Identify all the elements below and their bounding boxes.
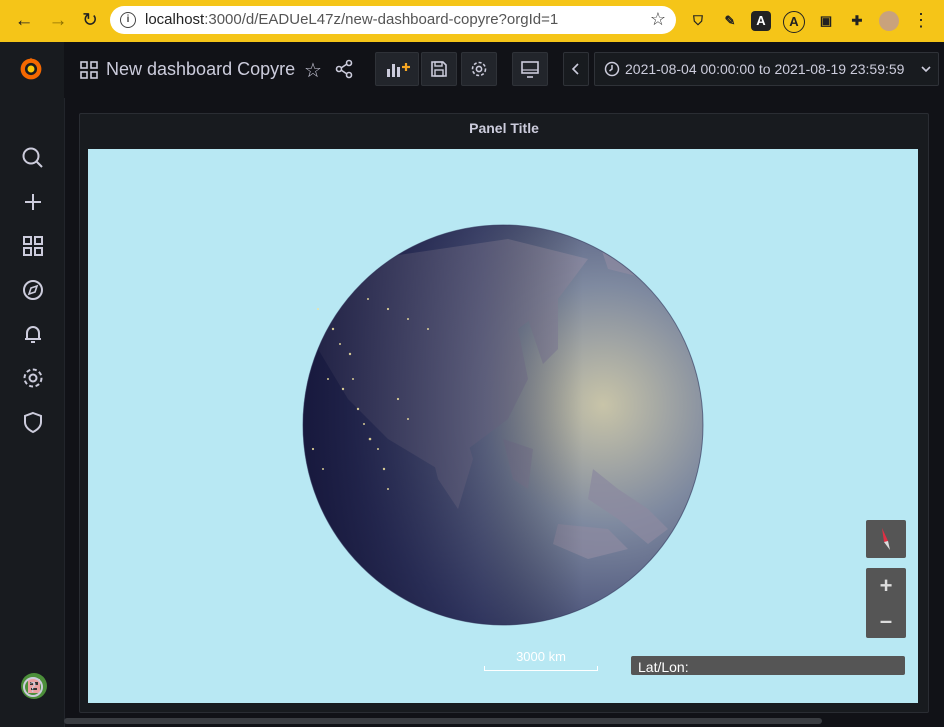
scale-label: 3000 km bbox=[516, 649, 566, 664]
extension-shield-icon[interactable]: ⛉ bbox=[688, 11, 708, 31]
globe-map[interactable] bbox=[88, 149, 918, 703]
address-bar[interactable]: i localhost:3000/d/EADUeL47z/new-dashboa… bbox=[110, 6, 676, 34]
share-icon[interactable] bbox=[334, 59, 354, 79]
forward-arrow-icon[interactable]: → bbox=[46, 9, 70, 33]
time-shift-back-button[interactable] bbox=[563, 52, 589, 86]
zoom-out-button[interactable]: – bbox=[866, 603, 906, 638]
rotate-north-button[interactable] bbox=[866, 520, 906, 558]
geomap-panel: Panel Title + – 3000 km Lat/Lon: bbox=[79, 113, 929, 713]
svg-text:?: ? bbox=[30, 681, 37, 696]
search-icon[interactable] bbox=[20, 145, 46, 171]
tv-mode-button[interactable] bbox=[512, 52, 548, 86]
scale-bar bbox=[484, 666, 598, 671]
reload-icon[interactable]: ↻ bbox=[78, 9, 102, 33]
extension-screen-icon[interactable]: ▣ bbox=[816, 11, 836, 31]
url-path: :3000/d/EADUeL47z/new-dashboard-copyre?o… bbox=[204, 11, 559, 28]
favorite-star-icon[interactable]: ☆ bbox=[304, 58, 322, 83]
dashboard-settings-button[interactable] bbox=[461, 52, 497, 86]
panel-title[interactable]: Panel Title bbox=[80, 120, 928, 136]
dashboard-title[interactable]: New dashboard Copyre bbox=[106, 59, 295, 80]
back-arrow-icon[interactable]: ← bbox=[12, 9, 36, 33]
lat-lon-label: Lat/Lon: bbox=[638, 659, 689, 675]
grafana-logo-icon[interactable] bbox=[18, 56, 48, 86]
zoom-in-button[interactable]: + bbox=[866, 568, 906, 603]
browser-toolbar: ← → ↻ i localhost:3000/d/EADUeL47z/new-d… bbox=[0, 0, 944, 42]
profile-avatar-icon[interactable] bbox=[879, 11, 899, 31]
settings-icon[interactable] bbox=[20, 365, 46, 391]
extensions-puzzle-icon[interactable]: ✚ bbox=[847, 11, 867, 31]
sidebar: ? bbox=[0, 42, 65, 727]
explore-icon[interactable] bbox=[20, 277, 46, 303]
horizontal-scrollbar[interactable] bbox=[64, 718, 822, 724]
lat-lon-display: Lat/Lon: bbox=[631, 656, 905, 675]
help-icon[interactable]: ? bbox=[20, 674, 46, 700]
save-dashboard-button[interactable] bbox=[421, 52, 457, 86]
extension-a-circle-icon[interactable]: A bbox=[783, 11, 805, 33]
bookmark-star-icon[interactable]: ☆ bbox=[650, 9, 666, 30]
scale-line: 3000 km bbox=[484, 649, 598, 671]
dashboards-icon[interactable] bbox=[20, 233, 46, 259]
dashboard-navbar: New dashboard Copyre ☆ 2021-08-04 00:00:… bbox=[64, 42, 944, 98]
url-host: localhost bbox=[145, 11, 205, 28]
extension-eyedropper-icon[interactable]: ✎ bbox=[720, 11, 740, 31]
map-view[interactable]: + – 3000 km Lat/Lon: bbox=[88, 149, 918, 703]
plus-icon[interactable] bbox=[20, 189, 46, 215]
url-text[interactable]: localhost:3000/d/EADUeL47z/new-dashboard… bbox=[145, 11, 558, 28]
extension-angular-icon[interactable]: A bbox=[751, 11, 771, 31]
dashboard-grid-icon bbox=[80, 61, 98, 79]
time-range-label: 2021-08-04 00:00:00 to 2021-08-19 23:59:… bbox=[625, 61, 905, 77]
add-panel-button[interactable] bbox=[375, 52, 419, 86]
time-range-picker[interactable]: 2021-08-04 00:00:00 to 2021-08-19 23:59:… bbox=[594, 52, 939, 86]
alerting-icon[interactable] bbox=[20, 321, 46, 347]
zoom-controls: + – bbox=[866, 568, 906, 638]
chevron-down-icon bbox=[921, 66, 931, 73]
info-icon[interactable]: i bbox=[120, 12, 136, 28]
shield-icon[interactable] bbox=[20, 409, 46, 435]
browser-menu-icon[interactable]: ⋮ bbox=[912, 10, 930, 31]
clock-icon bbox=[604, 61, 620, 77]
